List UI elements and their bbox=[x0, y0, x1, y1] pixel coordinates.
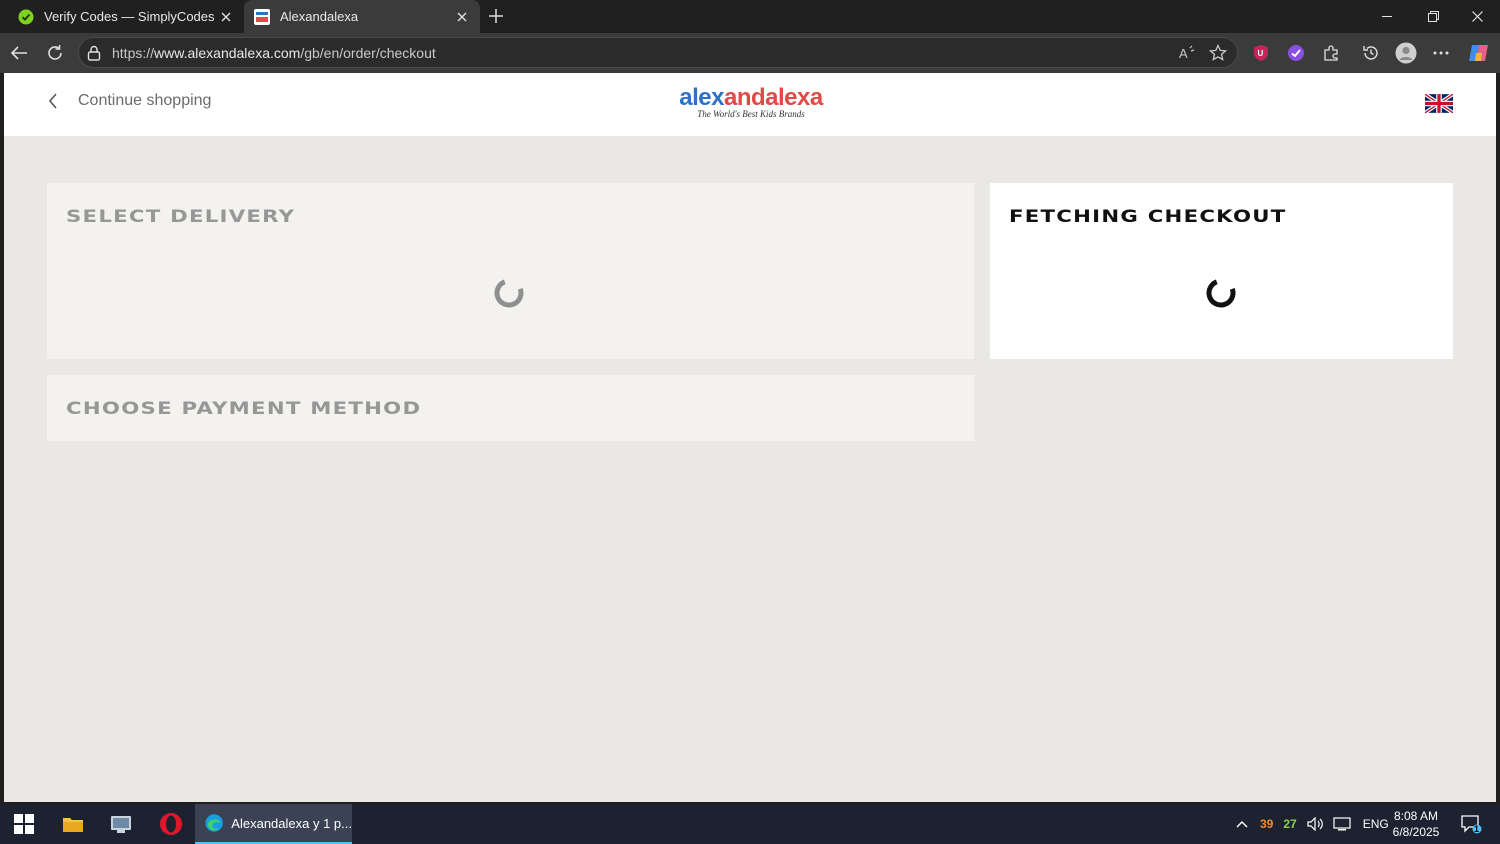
logo-tagline: The World's Best Kids Brands bbox=[697, 109, 805, 119]
plus-icon bbox=[489, 9, 503, 23]
app-icon[interactable] bbox=[100, 804, 142, 844]
chevron-left-icon bbox=[48, 91, 62, 111]
continue-shopping-link[interactable]: Continue shopping bbox=[48, 91, 211, 111]
tab-simplycodes[interactable]: Verify Codes — SimplyCodes bbox=[8, 0, 244, 33]
file-explorer-icon[interactable] bbox=[52, 804, 94, 844]
notification-center-button[interactable]: 1 bbox=[1456, 804, 1486, 844]
site-header: Continue shopping alexandalexa The World… bbox=[4, 73, 1496, 136]
notification-count: 1 bbox=[1474, 824, 1480, 834]
close-tab-icon[interactable] bbox=[214, 5, 238, 29]
checkout-page: Continue shopping alexandalexa The World… bbox=[4, 73, 1496, 802]
alexandalexa-logo[interactable]: alexandalexa The World's Best Kids Brand… bbox=[676, 85, 826, 125]
copilot-icon[interactable] bbox=[1465, 39, 1493, 67]
browser-tab-bar: Verify Codes — SimplyCodes Alexandalexa bbox=[0, 0, 1500, 33]
puzzle-icon[interactable] bbox=[1317, 39, 1345, 67]
read-aloud-icon[interactable]: A bbox=[1177, 42, 1199, 64]
simplycodes-icon bbox=[18, 9, 34, 25]
close-window-button[interactable] bbox=[1454, 0, 1500, 33]
favorite-star-icon[interactable] bbox=[1207, 42, 1229, 64]
select-delivery-panel: SELECT DELIVERY bbox=[47, 183, 974, 359]
address-bar[interactable]: https://www.alexandalexa.com/gb/en/order… bbox=[78, 37, 1238, 68]
windows-taskbar: Alexandalexa y 1 p... 39 27 ENG 8:08 AM … bbox=[0, 804, 1500, 844]
fetching-checkout-title: FETCHING CHECKOUT bbox=[1009, 207, 1287, 227]
arrow-left-icon bbox=[10, 46, 27, 60]
system-tray: 39 27 ENG bbox=[1232, 804, 1389, 844]
svg-text:U: U bbox=[1258, 49, 1264, 58]
new-tab-button[interactable] bbox=[484, 4, 508, 28]
refresh-icon bbox=[48, 45, 62, 60]
alexandalexa-favicon bbox=[254, 8, 270, 25]
continue-shopping-label: Continue shopping bbox=[78, 92, 212, 109]
svg-text:A: A bbox=[1179, 46, 1188, 61]
history-icon[interactable] bbox=[1357, 39, 1385, 67]
clock-time: 8:08 AM bbox=[1393, 809, 1439, 823]
network-icon[interactable] bbox=[1333, 817, 1351, 831]
close-tab-icon[interactable] bbox=[450, 5, 474, 29]
refresh-button[interactable] bbox=[41, 39, 69, 67]
windows-logo-icon bbox=[14, 814, 34, 834]
loading-spinner-icon bbox=[494, 278, 524, 308]
lock-icon[interactable] bbox=[83, 42, 105, 64]
minimize-icon bbox=[1382, 15, 1392, 17]
ublock-extension-icon[interactable]: U bbox=[1247, 39, 1275, 67]
taskbar-clock[interactable]: 8:08 AM 6/8/2025 bbox=[1384, 808, 1448, 840]
tray-counter-orange[interactable]: 39 bbox=[1260, 817, 1273, 831]
clock-date: 6/8/2025 bbox=[1392, 825, 1440, 839]
edge-icon bbox=[205, 814, 223, 832]
url-text[interactable]: https://www.alexandalexa.com/gb/en/order… bbox=[112, 45, 436, 61]
checkout-summary-panel: FETCHING CHECKOUT bbox=[990, 183, 1453, 359]
tray-counter-green[interactable]: 27 bbox=[1283, 817, 1296, 831]
taskbar-app-label: Alexandalexa y 1 p... bbox=[231, 815, 352, 831]
restore-icon bbox=[1427, 11, 1439, 22]
browser-toolbar: https://www.alexandalexa.com/gb/en/order… bbox=[0, 33, 1500, 73]
payment-method-panel[interactable]: CHOOSE PAYMENT METHOD bbox=[47, 375, 974, 441]
volume-icon[interactable] bbox=[1307, 817, 1323, 831]
back-button[interactable] bbox=[5, 39, 33, 67]
payment-method-title: CHOOSE PAYMENT METHOD bbox=[66, 399, 422, 419]
close-icon bbox=[1471, 11, 1483, 22]
loading-spinner-icon bbox=[1206, 278, 1236, 308]
tab-title: Alexandalexa bbox=[280, 9, 359, 24]
restore-button[interactable] bbox=[1410, 0, 1456, 33]
more-menu-icon[interactable] bbox=[1427, 39, 1455, 67]
start-button[interactable] bbox=[4, 804, 44, 844]
tab-title: Verify Codes — SimplyCodes bbox=[44, 9, 214, 24]
tab-alexandalexa[interactable]: Alexandalexa bbox=[244, 0, 480, 33]
show-hidden-icons-icon[interactable] bbox=[1232, 820, 1252, 828]
uk-flag-icon[interactable] bbox=[1423, 92, 1455, 115]
minimize-button[interactable] bbox=[1364, 0, 1410, 33]
extension-icon[interactable] bbox=[1282, 39, 1310, 67]
taskbar-edge-app[interactable]: Alexandalexa y 1 p... bbox=[195, 804, 352, 844]
profile-avatar[interactable] bbox=[1392, 39, 1420, 67]
opera-browser-icon[interactable] bbox=[150, 804, 192, 844]
select-delivery-title: SELECT DELIVERY bbox=[66, 207, 296, 227]
